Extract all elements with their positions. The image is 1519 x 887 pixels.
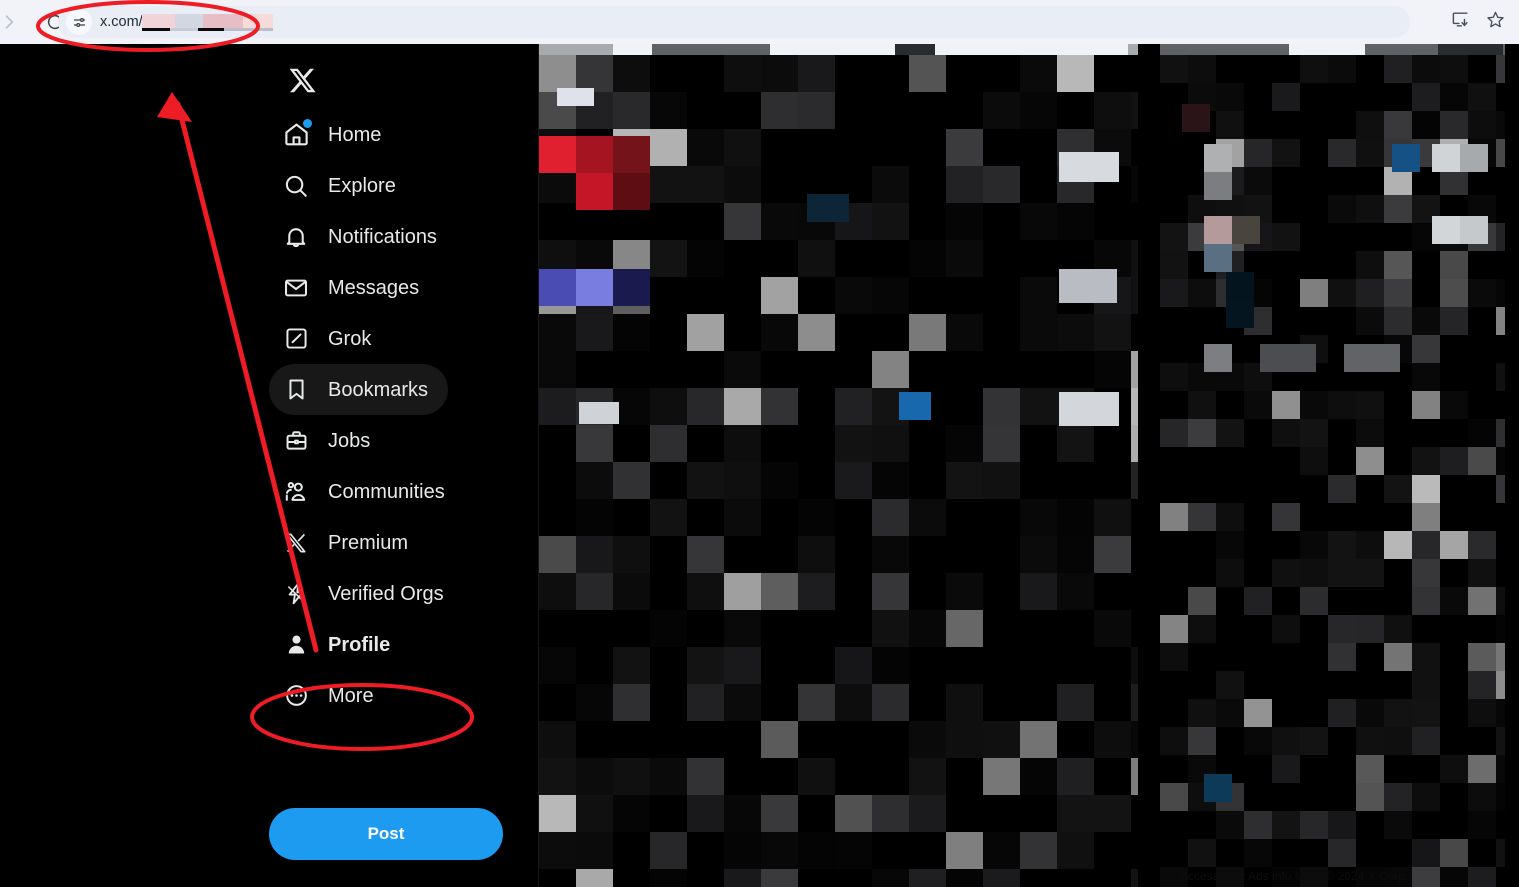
sidebar-item-verified-orgs[interactable]: Verified Orgs	[269, 568, 464, 619]
sidebar-item-messages[interactable]: Messages	[269, 262, 439, 313]
url-redaction	[141, 13, 273, 31]
right-sidebar-redacted: Accessibility Ads info More © 2024 X Cor…	[1160, 44, 1505, 887]
timeline-column-redacted	[538, 44, 1138, 887]
sidebar-item-label: Home	[328, 123, 382, 146]
toolbar-actions	[1451, 0, 1505, 44]
briefcase-icon	[281, 426, 311, 456]
grok-icon	[281, 324, 311, 354]
sidebar-item-jobs[interactable]: Jobs	[269, 415, 390, 466]
install-app-icon[interactable]	[1451, 10, 1470, 34]
pixelated-content	[539, 44, 1138, 887]
sidebar-item-label: Explore	[328, 174, 396, 197]
bell-icon	[281, 222, 311, 252]
sidebar-item-explore[interactable]: Explore	[269, 160, 416, 211]
sidebar-item-label: Jobs	[328, 429, 371, 452]
url-domain: x.com/	[100, 13, 143, 30]
lightning-icon	[281, 579, 311, 609]
sidebar-item-label: Communities	[328, 480, 445, 503]
sidebar-item-label: Profile	[328, 633, 391, 656]
browser-toolbar: x.com/	[0, 0, 1519, 44]
sidebar-item-label: Premium	[328, 531, 409, 554]
x-app-page: Home Explore Notifications Messages Grok…	[0, 44, 1519, 887]
person-icon	[281, 630, 311, 660]
address-bar[interactable]: x.com/	[58, 6, 1410, 38]
sidebar-item-home[interactable]: Home	[269, 109, 401, 160]
sidebar-item-label: Verified Orgs	[328, 582, 444, 605]
primary-sidebar: Home Explore Notifications Messages Grok…	[258, 44, 538, 887]
sidebar-item-more[interactable]: More	[269, 670, 394, 721]
search-icon	[281, 171, 311, 201]
communities-icon	[281, 477, 311, 507]
sidebar-item-profile[interactable]: Profile	[269, 619, 410, 670]
star-icon[interactable]	[1486, 10, 1505, 34]
post-button[interactable]: Post	[269, 808, 503, 860]
home-icon	[281, 118, 312, 150]
sidebar-item-premium[interactable]: Premium	[269, 517, 428, 568]
sidebar-item-communities[interactable]: Communities	[269, 466, 465, 517]
sidebar-item-grok[interactable]: Grok	[269, 313, 391, 364]
url-text: x.com/	[100, 13, 273, 31]
sidebar-item-notifications[interactable]: Notifications	[269, 211, 457, 262]
tune-icon[interactable]	[66, 9, 92, 35]
home-notification-dot	[303, 118, 312, 128]
x-premium-icon	[281, 528, 311, 558]
sidebar-item-label: Bookmarks	[328, 378, 429, 401]
sidebar-item-label: More	[328, 684, 374, 707]
sidebar-item-label: Grok	[328, 327, 372, 350]
envelope-icon	[281, 273, 311, 303]
sidebar-nav-list: Home Explore Notifications Messages Grok…	[269, 109, 529, 721]
more-circle-icon	[281, 681, 311, 711]
x-logo[interactable]	[276, 54, 328, 106]
sidebar-item-bookmarks[interactable]: Bookmarks	[269, 364, 449, 415]
footer-links: Accessibility Ads info More © 2024 X Cor…	[1180, 869, 1409, 883]
sidebar-item-label: Notifications	[328, 225, 437, 248]
sidebar-item-label: Messages	[328, 276, 420, 299]
forward-arrow-icon[interactable]	[0, 5, 26, 39]
bookmark-icon	[281, 375, 311, 405]
pixelated-content	[1160, 44, 1505, 887]
